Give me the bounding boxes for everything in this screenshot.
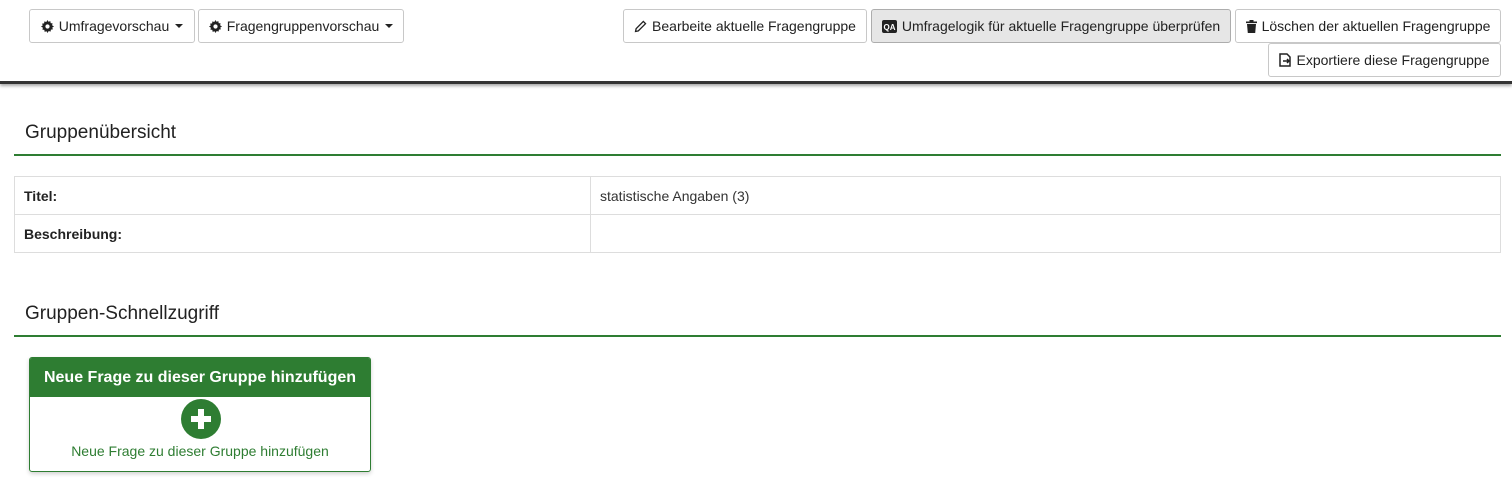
gear-icon	[40, 19, 54, 33]
plus-circle-icon	[181, 399, 221, 439]
add-question-panel-text: Neue Frage zu dieser Gruppe hinzufügen	[71, 443, 329, 459]
check-logic-button[interactable]: QA Umfragelogik für aktuelle Fragengrupp…	[871, 9, 1231, 43]
edit-group-button[interactable]: Bearbeite aktuelle Fragengruppe	[623, 9, 867, 43]
quick-access-heading: Gruppen-Schnellzugriff	[25, 303, 219, 324]
edit-group-label: Bearbeite aktuelle Fragengruppe	[652, 18, 856, 34]
delete-group-label: Löschen der aktuellen Fragengruppe	[1261, 18, 1491, 34]
table-row: Titel: statistische Angaben (3)	[14, 176, 1501, 215]
group-overview-table: Titel: statistische Angaben (3) Beschrei…	[14, 176, 1501, 253]
delete-group-button[interactable]: Löschen der aktuellen Fragengruppe	[1235, 9, 1501, 43]
caret-down-icon	[385, 24, 394, 28]
export-icon	[1279, 53, 1292, 67]
pencil-icon	[634, 20, 647, 32]
section-divider	[14, 154, 1501, 156]
group-preview-label: Fragengruppenvorschau	[226, 18, 380, 34]
section-divider	[14, 335, 1501, 337]
survey-preview-button[interactable]: Umfragevorschau	[29, 9, 195, 43]
add-question-panel[interactable]: Neue Frage zu dieser Gruppe hinzufügen N…	[29, 357, 371, 472]
gear-icon	[208, 19, 222, 33]
qa-icon: QA	[881, 19, 897, 33]
trash-icon	[1245, 19, 1257, 33]
caret-down-icon	[175, 24, 184, 28]
export-group-label: Exportiere diese Fragengruppe	[1296, 52, 1490, 68]
group-overview-heading: Gruppenübersicht	[25, 122, 177, 143]
add-question-panel-title: Neue Frage zu dieser Gruppe hinzufügen	[30, 358, 370, 397]
title-value: statistische Angaben (3)	[590, 176, 1501, 215]
survey-preview-label: Umfragevorschau	[58, 18, 170, 34]
export-group-button[interactable]: Exportiere diese Fragengruppe	[1268, 43, 1501, 77]
table-row: Beschreibung:	[14, 214, 1501, 253]
description-label: Beschreibung:	[14, 214, 591, 253]
check-logic-label: Umfragelogik für aktuelle Fragengruppe ü…	[901, 18, 1221, 34]
top-toolbar: Umfragevorschau Fragengruppenvorschau Be…	[0, 0, 1512, 84]
svg-text:QA: QA	[883, 22, 895, 31]
title-label: Titel:	[14, 176, 591, 215]
description-value	[590, 214, 1501, 253]
group-preview-button[interactable]: Fragengruppenvorschau	[198, 9, 404, 43]
